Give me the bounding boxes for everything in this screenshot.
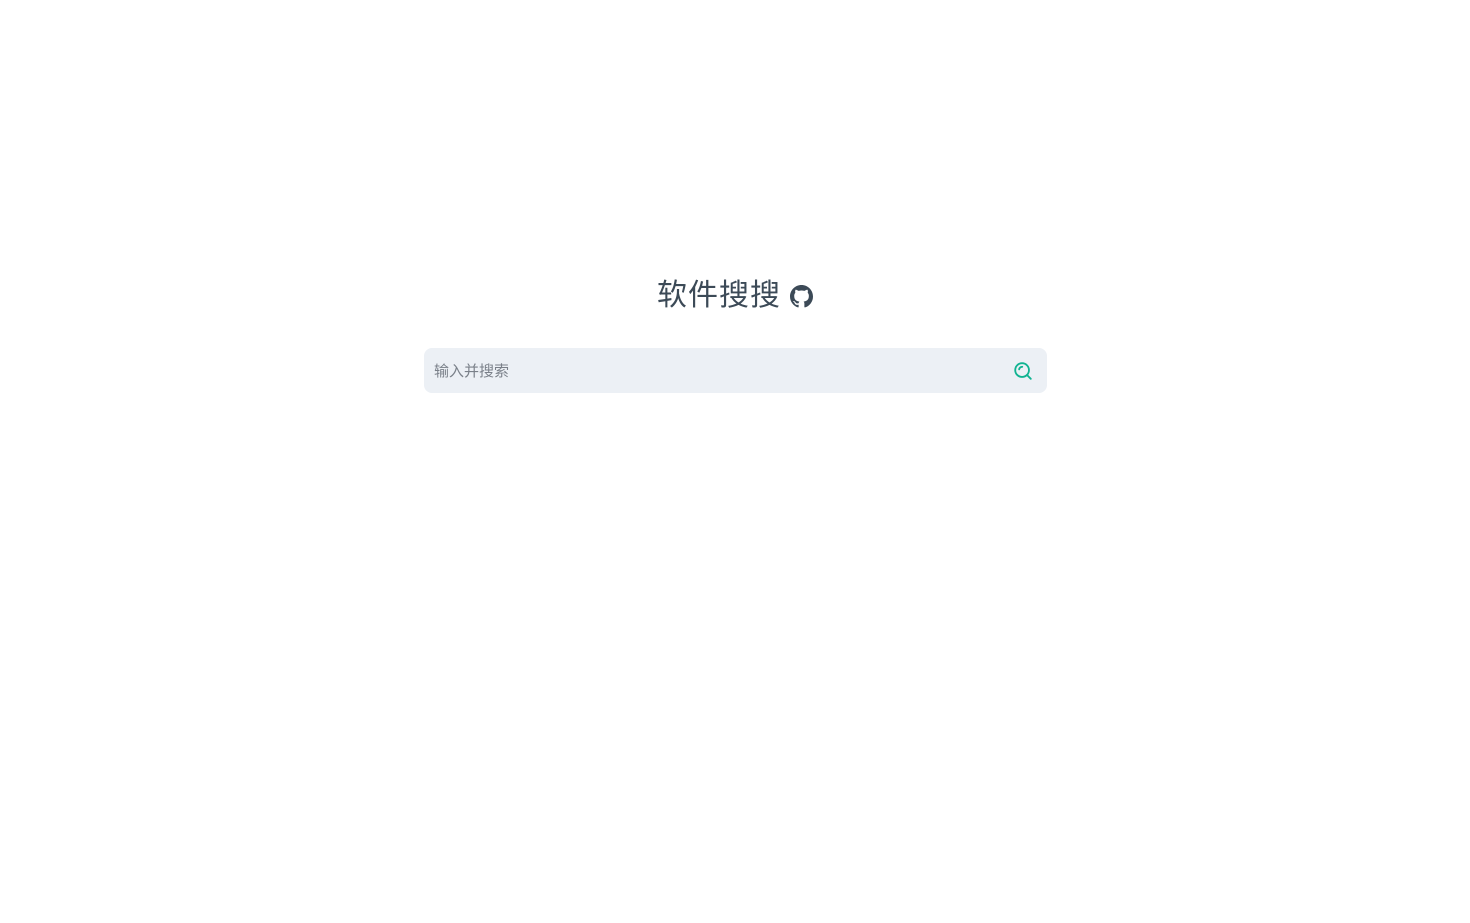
search-bar: [424, 348, 1047, 393]
search-icon: [1014, 361, 1032, 380]
search-input[interactable]: [424, 348, 999, 393]
page: 软件搜搜: [0, 0, 1470, 923]
header: 软件搜搜: [0, 276, 1470, 316]
github-link[interactable]: [789, 285, 813, 309]
github-icon: [789, 285, 813, 308]
search-button[interactable]: [999, 348, 1047, 393]
page-title: 软件搜搜: [657, 278, 781, 313]
